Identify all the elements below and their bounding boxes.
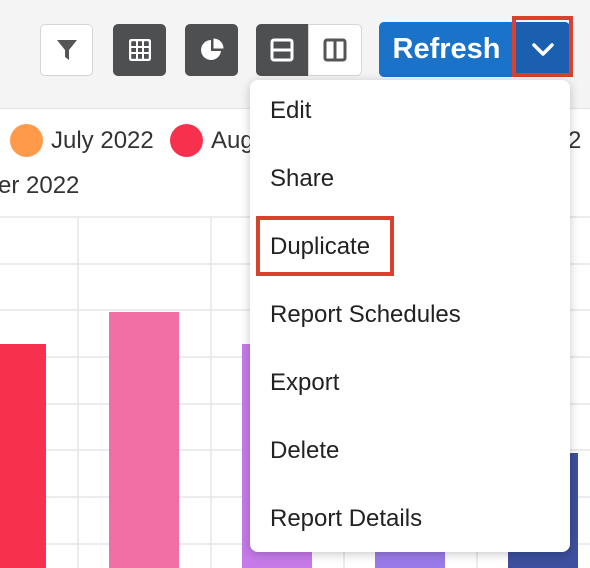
- menu-item-report-schedules[interactable]: Report Schedules: [270, 295, 461, 335]
- split-vertical-button[interactable]: [308, 24, 362, 76]
- duplicate-highlight: [256, 216, 394, 276]
- actions-menu: Edit Share Duplicate Report Schedules Ex…: [250, 80, 570, 552]
- menu-item-export[interactable]: Export: [270, 363, 339, 403]
- pie-chart-icon: [200, 38, 223, 60]
- menu-item-report-details[interactable]: Report Details: [270, 499, 422, 539]
- dropdown-highlight: [512, 16, 573, 77]
- split-horizontal-button[interactable]: [256, 24, 308, 76]
- split-vertical-icon: [323, 38, 347, 62]
- table-grid-icon: [128, 39, 151, 61]
- menu-item-delete[interactable]: Delete: [270, 431, 339, 471]
- chart-bar: [109, 312, 179, 568]
- chart-bar: [0, 344, 46, 568]
- refresh-button[interactable]: Refresh: [379, 22, 514, 77]
- menu-item-share[interactable]: Share: [270, 159, 334, 199]
- filter-icon: [56, 40, 77, 60]
- menu-item-edit[interactable]: Edit: [270, 91, 311, 131]
- split-horizontal-icon: [270, 38, 294, 62]
- filter-button[interactable]: [40, 24, 93, 76]
- table-view-button[interactable]: [113, 24, 166, 76]
- chart-view-button[interactable]: [185, 24, 238, 76]
